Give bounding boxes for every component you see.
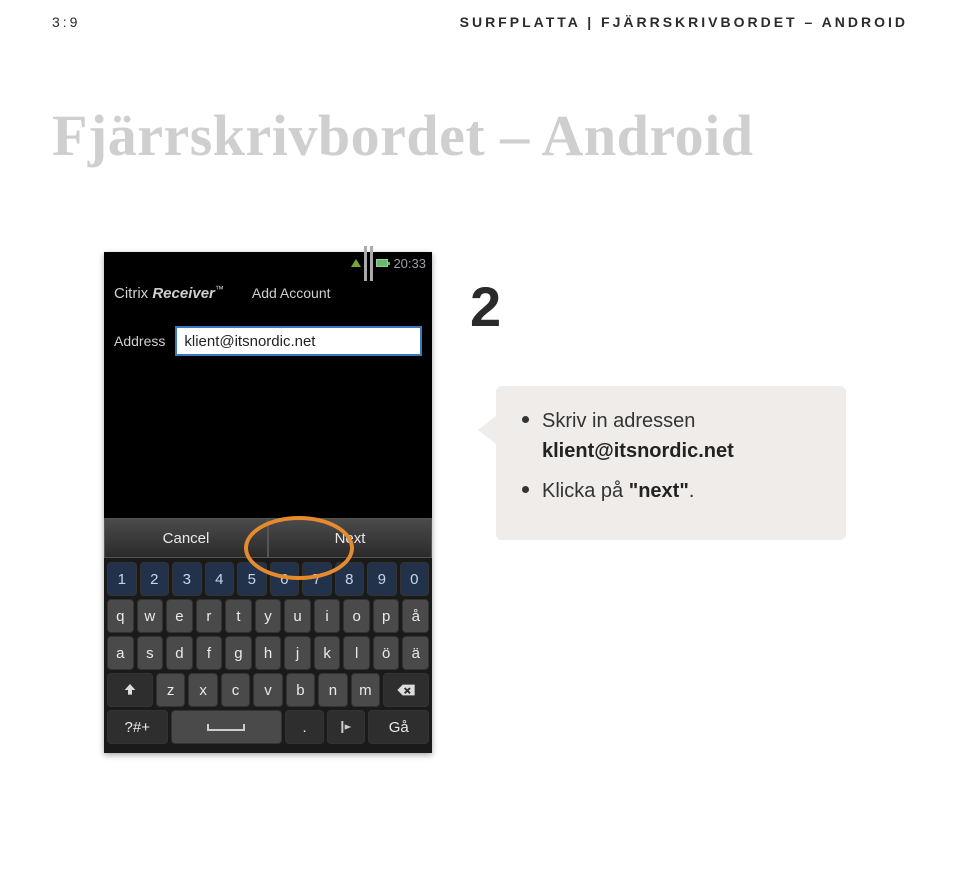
- signal-icon-2: [370, 246, 373, 281]
- shift-key[interactable]: [107, 673, 153, 707]
- status-bar: 20:33: [104, 252, 432, 274]
- symbols-key[interactable]: ?#+: [107, 710, 168, 744]
- key-i[interactable]: i: [314, 599, 341, 633]
- key-6[interactable]: 6: [270, 562, 300, 596]
- backspace-key[interactable]: [383, 673, 429, 707]
- key-a[interactable]: a: [107, 636, 134, 670]
- key-y[interactable]: y: [255, 599, 282, 633]
- key-j[interactable]: j: [284, 636, 311, 670]
- key-3[interactable]: 3: [172, 562, 202, 596]
- instruction-1-text: Skriv in adressen: [542, 410, 695, 432]
- app-bar: Citrix Receiver™ Add Account: [104, 274, 432, 312]
- space-icon: [206, 722, 246, 732]
- appbar-title: Add Account: [252, 285, 331, 301]
- space-key[interactable]: [171, 710, 283, 744]
- key-7[interactable]: 7: [302, 562, 332, 596]
- instruction-1-bold: klient@itsnordic.net: [542, 440, 734, 462]
- page-header: 3:9 SURFPLATTA | FJÄRRSKRIVBORDET – ANDR…: [0, 0, 960, 30]
- key-k[interactable]: k: [314, 636, 341, 670]
- address-row: Address: [104, 312, 432, 368]
- key-ö[interactable]: ö: [373, 636, 400, 670]
- key-9[interactable]: 9: [367, 562, 397, 596]
- phone-screenshot: 20:33 Citrix Receiver™ Add Account Addre…: [104, 252, 432, 753]
- key-u[interactable]: u: [284, 599, 311, 633]
- brand-text-1: Citrix: [114, 285, 148, 302]
- key-l[interactable]: l: [343, 636, 370, 670]
- section-title: Fjärrskrivbordet – Android: [0, 30, 960, 169]
- key-h[interactable]: h: [255, 636, 282, 670]
- key-1[interactable]: 1: [107, 562, 137, 596]
- page-number: 3:9: [52, 14, 80, 30]
- key-0[interactable]: 0: [400, 562, 430, 596]
- key-b[interactable]: b: [286, 673, 315, 707]
- key-n[interactable]: n: [318, 673, 347, 707]
- textedit-icon: [337, 719, 355, 735]
- battery-icon: [376, 259, 388, 267]
- cancel-button[interactable]: Cancel: [104, 518, 268, 558]
- app-brand: Citrix Receiver™: [114, 285, 224, 302]
- textedit-key[interactable]: [327, 710, 366, 744]
- address-label: Address: [114, 333, 165, 349]
- key-z[interactable]: z: [156, 673, 185, 707]
- key-q[interactable]: q: [107, 599, 134, 633]
- backspace-icon: [396, 683, 416, 697]
- signal-icon: [364, 246, 367, 281]
- instruction-item-1: Skriv in adressen klient@itsnordic.net: [522, 406, 822, 466]
- clock-time: 20:33: [393, 256, 426, 271]
- next-button[interactable]: Next: [268, 518, 432, 558]
- key-g[interactable]: g: [225, 636, 252, 670]
- instruction-item-2: Klicka på "next".: [522, 476, 822, 506]
- period-key[interactable]: .: [285, 710, 324, 744]
- key-p[interactable]: p: [373, 599, 400, 633]
- brand-text-2: Receiver: [152, 285, 215, 302]
- key-w[interactable]: w: [137, 599, 164, 633]
- screen-space: [104, 368, 432, 518]
- key-8[interactable]: 8: [335, 562, 365, 596]
- key-5[interactable]: 5: [237, 562, 267, 596]
- keyboard: 1234567890 qwertyuiopå asdfghjklöä zxcvb…: [104, 558, 432, 753]
- shift-icon: [122, 682, 138, 698]
- key-c[interactable]: c: [221, 673, 250, 707]
- instruction-2-text: Klicka på: [542, 480, 629, 502]
- step-number: 2: [470, 274, 501, 339]
- key-e[interactable]: e: [166, 599, 193, 633]
- instruction-2-bold: "next": [629, 480, 689, 502]
- key-x[interactable]: x: [188, 673, 217, 707]
- key-å[interactable]: å: [402, 599, 429, 633]
- key-t[interactable]: t: [225, 599, 252, 633]
- go-key[interactable]: Gå: [368, 710, 429, 744]
- key-d[interactable]: d: [166, 636, 193, 670]
- address-input[interactable]: [175, 326, 422, 356]
- instruction-callout: Skriv in adressen klient@itsnordic.net K…: [496, 386, 846, 540]
- key-2[interactable]: 2: [140, 562, 170, 596]
- location-icon: [351, 259, 361, 267]
- key-m[interactable]: m: [351, 673, 380, 707]
- instruction-2-post: .: [689, 480, 695, 502]
- trademark-icon: ™: [215, 284, 224, 294]
- page-header-right: SURFPLATTA | FJÄRRSKRIVBORDET – ANDROID: [460, 14, 908, 30]
- key-v[interactable]: v: [253, 673, 282, 707]
- key-s[interactable]: s: [137, 636, 164, 670]
- key-o[interactable]: o: [343, 599, 370, 633]
- key-r[interactable]: r: [196, 599, 223, 633]
- key-ä[interactable]: ä: [402, 636, 429, 670]
- key-f[interactable]: f: [196, 636, 223, 670]
- button-bar: Cancel Next: [104, 518, 432, 558]
- key-4[interactable]: 4: [205, 562, 235, 596]
